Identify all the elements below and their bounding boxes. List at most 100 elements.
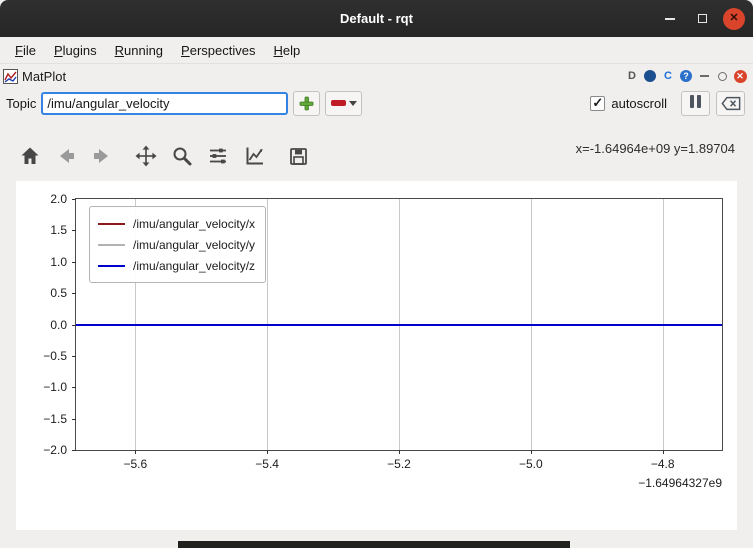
pause-button[interactable] — [681, 91, 710, 116]
topic-input[interactable] — [41, 92, 288, 115]
add-topic-button[interactable] — [293, 91, 320, 116]
plus-icon — [299, 96, 314, 111]
menu-help-label: Help — [273, 43, 300, 58]
rqt-window: Default - rqt ✕ File Plugins Running Per… — [0, 0, 753, 548]
subplots-icon — [207, 145, 229, 167]
plugin-controls: D C ? ✕ — [625, 69, 747, 83]
x-tick-mark — [267, 450, 268, 454]
clear-icon — [721, 96, 741, 111]
topic-label: Topic — [6, 96, 36, 111]
x-tick-label: −5.2 — [387, 457, 411, 471]
pan-icon — [135, 145, 157, 167]
save-button[interactable] — [286, 144, 310, 168]
y-tick-label: 0.0 — [50, 318, 67, 332]
legend-line-sample-z — [98, 265, 125, 267]
window-controls: ✕ — [659, 0, 745, 37]
plot-axes[interactable]: 2.0 1.5 1.0 0.5 0.0 −0.5 −1.0 −1.5 −2.0 … — [75, 198, 723, 451]
legend-line-sample-y — [98, 244, 125, 246]
menu-perspectives-label: Perspectives — [181, 43, 255, 58]
cursor-coordinates: x=-1.64964e+09 y=1.89704 — [576, 141, 735, 156]
menu-perspectives[interactable]: Perspectives — [172, 39, 264, 62]
x-tick-label: −4.8 — [651, 457, 675, 471]
x-tick-mark — [135, 450, 136, 454]
help-button[interactable]: ? — [679, 69, 693, 83]
dock-minimize-button[interactable] — [697, 69, 711, 83]
x-tick-mark — [663, 450, 664, 454]
y-tick-mark — [72, 450, 76, 451]
customize-button[interactable] — [242, 144, 266, 168]
blue-dot-icon — [644, 70, 656, 82]
subplots-button[interactable] — [206, 144, 230, 168]
legend-entry: /imu/angular_velocity/z — [98, 255, 255, 276]
plugin-titlebar: MatPlot D C ? ✕ — [0, 64, 753, 88]
plugin-title: MatPlot — [22, 69, 66, 84]
plot-canvas[interactable]: 2.0 1.5 1.0 0.5 0.0 −0.5 −1.0 −1.5 −2.0 … — [16, 181, 737, 530]
y-tick-label: 1.5 — [50, 223, 67, 237]
series-line-z — [76, 324, 722, 326]
minimize-icon — [665, 18, 675, 20]
titlebar[interactable]: Default - rqt ✕ — [0, 0, 753, 37]
y-tick-label: 1.0 — [50, 255, 67, 269]
forward-button[interactable] — [90, 144, 114, 168]
x-tick-mark — [399, 450, 400, 454]
close-button[interactable]: ✕ — [723, 8, 745, 30]
y-tick-label: 0.5 — [50, 286, 67, 300]
menubar: File Plugins Running Perspectives Help — [0, 37, 753, 64]
help-icon: ? — [680, 70, 692, 82]
back-button[interactable] — [54, 144, 78, 168]
menu-plugins-label: Plugins — [54, 43, 97, 58]
y-tick-mark — [72, 199, 76, 200]
menu-help[interactable]: Help — [264, 39, 309, 62]
maximize-button[interactable] — [691, 8, 713, 30]
minimize-button[interactable] — [659, 8, 681, 30]
home-button[interactable] — [18, 144, 42, 168]
menu-running-label: Running — [115, 43, 163, 58]
legend-entry: /imu/angular_velocity/y — [98, 234, 255, 255]
autoscroll-checkbox[interactable] — [590, 96, 605, 111]
y-tick-mark — [72, 293, 76, 294]
axes-editor-icon — [243, 145, 265, 167]
legend: /imu/angular_velocity/x /imu/angular_vel… — [89, 206, 266, 283]
y-tick-label: −1.0 — [43, 380, 67, 394]
x-tick-label: −5.4 — [255, 457, 279, 471]
dock-close-icon: ✕ — [734, 70, 747, 83]
y-tick-label: −0.5 — [43, 349, 67, 363]
pause-icon — [689, 95, 703, 111]
y-tick-mark — [72, 262, 76, 263]
window-title: Default - rqt — [340, 11, 413, 26]
autoscroll-label: autoscroll — [611, 96, 667, 111]
mpl-toolbar — [18, 137, 310, 175]
x-axis-offset-label: −1.64964327e9 — [638, 476, 722, 490]
close-icon: ✕ — [729, 13, 738, 24]
y-tick-label: −1.5 — [43, 412, 67, 426]
pan-button[interactable] — [134, 144, 158, 168]
y-tick-label: 2.0 — [50, 192, 67, 206]
dock-dot-icon[interactable] — [643, 69, 657, 83]
x-tick-mark — [531, 450, 532, 454]
remove-topic-button[interactable] — [325, 91, 362, 116]
legend-label-x: /imu/angular_velocity/x — [133, 217, 255, 231]
menu-file[interactable]: File — [6, 39, 45, 62]
desktop-glimpse — [178, 541, 570, 548]
dock-float-button[interactable] — [715, 69, 729, 83]
zoom-button[interactable] — [170, 144, 194, 168]
home-icon — [19, 145, 41, 167]
dropdown-caret-icon — [349, 101, 357, 106]
dock-minimize-icon — [700, 75, 709, 77]
legend-label-y: /imu/angular_velocity/y — [133, 238, 255, 252]
save-icon — [287, 145, 309, 167]
menu-plugins[interactable]: Plugins — [45, 39, 106, 62]
x-tick-label: −5.6 — [123, 457, 147, 471]
menu-running[interactable]: Running — [106, 39, 172, 62]
y-tick-mark — [72, 356, 76, 357]
clear-button[interactable] — [716, 91, 745, 116]
dock-d-icon[interactable]: D — [625, 69, 639, 83]
dock-float-icon — [718, 72, 727, 81]
maximize-icon — [698, 14, 707, 23]
dock-reload-icon[interactable]: C — [661, 69, 675, 83]
legend-entry: /imu/angular_velocity/x — [98, 213, 255, 234]
dock-close-button[interactable]: ✕ — [733, 69, 747, 83]
matplot-plugin-icon — [3, 69, 18, 84]
menu-file-label: File — [15, 43, 36, 58]
forward-arrow-icon — [91, 145, 113, 167]
